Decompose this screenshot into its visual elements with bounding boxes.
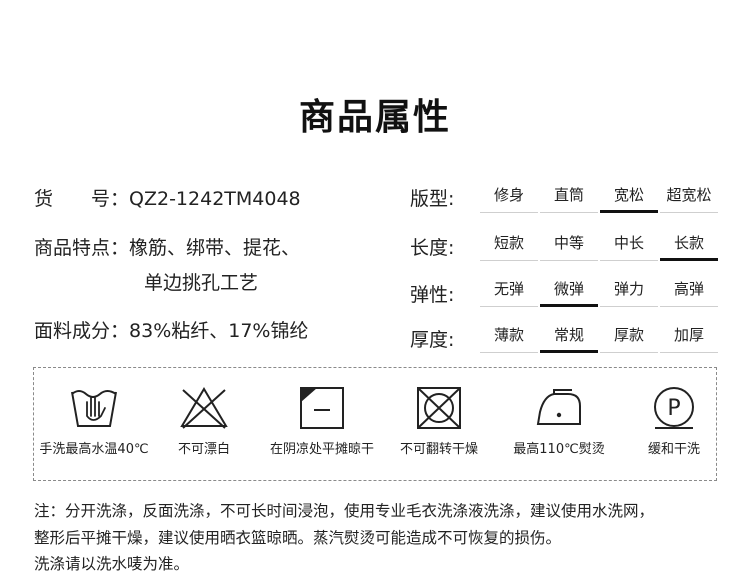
length-option: 中长 [600,228,658,261]
care-caption: 缓和干洗 [647,442,700,457]
care-note-line-3: 洗涤请以洗水唛为准。 [34,555,190,573]
thickness-options: 薄款 常规 厚款 加厚 [480,320,718,354]
elastic-options: 无弹 微弹 弹力 高弹 [480,274,718,308]
care-caption: 不可翻转干燥 [399,442,478,457]
length-label: 长度: [410,237,455,259]
care-caption: 不可漂白 [177,442,230,457]
item-number-row: 货 号：QZ2-1242TM4048 [34,184,301,211]
hand-wash-icon [71,390,117,427]
length-option: 长款 [660,228,718,261]
no-bleach-icon [180,387,228,429]
care-item-hand-wash: 手洗最高水温40℃ [34,376,154,457]
dry-clean-letter: P [667,396,680,421]
elastic-option: 微弹 [540,274,598,307]
item-number-label: 货 号： [34,188,130,210]
thickness-option: 加厚 [660,320,718,353]
fit-option: 修身 [480,180,538,213]
fit-options: 修身 直筒 宽松 超宽松 [480,180,718,214]
elastic-option: 弹力 [600,274,658,307]
care-item-no-tumble-dry: 不可翻转干燥 [379,376,499,457]
elastic-label: 弹性: [410,284,455,306]
thickness-option: 常规 [540,320,598,353]
shade-dry-flat-icon [300,387,344,429]
length-options: 短款 中等 中长 长款 [480,228,718,262]
fabric-row: 面料成分：83%粘纤、17%锦纶 [34,316,308,343]
no-tumble-dry-icon [417,387,461,429]
thickness-label: 厚度: [410,329,455,351]
thickness-option: 厚款 [600,320,658,353]
fit-option: 宽松 [600,180,658,213]
dry-clean-p-icon: P [654,387,694,429]
care-item-iron-medium: 最高110℃熨烫 [499,376,619,457]
features-value-line1: 橡筋、绑带、提花、 [129,237,301,259]
page-title: 商品属性 [298,97,451,138]
elastic-option: 无弹 [480,274,538,307]
item-number-value: QZ2-1242TM4048 [129,188,301,210]
care-item-shade-dry-flat: 在阴凉处平摊晾干 [262,376,382,457]
length-option: 短款 [480,228,538,261]
fabric-value: 83%粘纤、17%锦纶 [129,320,309,342]
care-caption: 最高110℃熨烫 [513,442,605,457]
fit-option: 直筒 [540,180,598,213]
care-item-no-bleach: 不可漂白 [144,376,264,457]
care-note-line-2: 整形后平摊干燥，建议使用晒衣篮晾晒。蒸汽熨烫可能造成不可恢复的损伤。 [34,529,562,547]
care-item-dry-clean-p: P 缓和干洗 [614,376,734,457]
care-caption: 手洗最高水温40℃ [39,442,149,457]
length-option: 中等 [540,228,598,261]
elastic-option: 高弹 [660,274,718,307]
features-value-line2: 单边挑孔工艺 [144,272,259,294]
thickness-option: 薄款 [480,320,538,353]
fabric-label: 面料成分： [34,320,130,342]
features-label: 商品特点： [34,237,130,259]
features-row: 商品特点：橡筋、绑带、提花、 [34,233,300,260]
care-note-line-1: 注：分开洗涤，反面洗涤，不可长时间浸泡，使用专业毛衣洗涤液洗涤，建议使用水洗网， [34,502,655,520]
care-instructions-box: 手洗最高水温40℃ 不可漂白 在阴凉处平摊晾干 不可翻转干燥 最高110℃熨烫 [33,367,717,481]
care-caption: 在阴凉处平摊晾干 [269,442,374,457]
fit-option: 超宽松 [660,180,718,213]
fit-label: 版型: [410,188,455,210]
iron-medium-icon [536,389,581,425]
